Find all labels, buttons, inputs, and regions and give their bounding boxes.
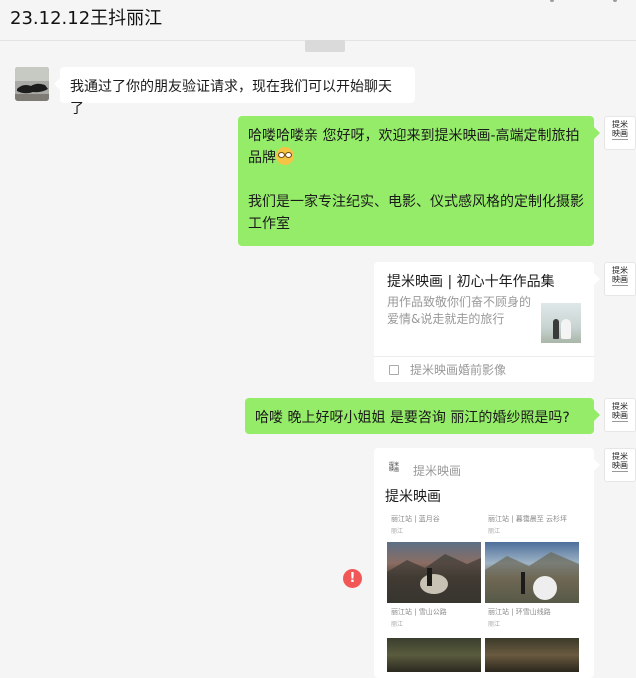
timestamp-pill	[305, 40, 345, 52]
gallery-item-location: 丽江	[391, 528, 404, 535]
gallery-item-location: 丽江	[391, 621, 404, 628]
link-card-source: 提米映画婚前影像	[410, 363, 507, 377]
message-bubble-incoming[interactable]: 我通过了你的朋友验证请求，现在我们可以开始聊天了	[60, 67, 415, 117]
gallery-item-location: 丽江	[488, 621, 501, 628]
article-source-name: 提米映画	[413, 464, 462, 478]
article-card[interactable]: 提米 映画 提米映画 提米映画 丽江站 | 蓝月谷 丽江 丽江站 | 暮霭晨至 云…	[374, 448, 594, 678]
link-card-title: 提米映画 | 初心十年作品集	[387, 274, 555, 290]
chat-header: 23.12.12王抖丽江	[0, 0, 636, 41]
gallery-photo[interactable]	[485, 638, 579, 672]
my-avatar[interactable]: 提米 映画	[604, 398, 636, 432]
message-text: 哈喽 晚上好呀小姐姐 是要咨询 丽江的婚纱照是吗?	[255, 410, 570, 426]
message-bubble-outgoing[interactable]: 哈喽哈喽亲 您好呀，欢迎来到提米映画-高端定制旅拍品牌 我们是一家专注纪实、电影…	[238, 116, 594, 246]
message-text: 我通过了你的朋友验证请求，现在我们可以开始聊天了	[70, 79, 392, 117]
article-source-logo: 提米 映画	[388, 462, 399, 473]
gallery-item-caption: 丽江站 | 蓝月谷	[391, 515, 440, 523]
chat-title: 23.12.12王抖丽江	[10, 8, 163, 29]
cat-silhouette-icon	[15, 67, 49, 101]
link-card-description: 用作品致敬你们奋不顾身的爱情&说走就走的旅行	[387, 295, 532, 326]
brand-logo: 提米 映画	[612, 452, 628, 472]
my-avatar[interactable]: 提米 映画	[604, 262, 636, 296]
message-text-line2: 我们是一家专注纪实、电影、仪式感风格的定制化摄影工作室	[248, 194, 584, 232]
flushed-face-emoji-icon	[276, 147, 294, 165]
article-title: 提米映画	[385, 489, 441, 505]
brand-logo: 提米 映画	[612, 266, 628, 286]
brand-logo: 提米 映画	[612, 402, 628, 422]
gallery-item-caption: 丽江站 | 暮霭晨至 云杉坪	[488, 515, 568, 523]
my-avatar[interactable]: 提米 映画	[604, 116, 636, 150]
gallery-item-location: 丽江	[488, 528, 501, 535]
gallery-photo[interactable]	[387, 638, 481, 672]
gallery-photo[interactable]	[387, 542, 481, 603]
my-avatar[interactable]: 提米 映画	[604, 448, 636, 482]
gallery-photo[interactable]	[485, 542, 579, 603]
gallery-item-caption: 丽江站 | 雪山公路	[391, 608, 447, 616]
mini-program-icon	[389, 365, 399, 375]
send-failed-alert-icon[interactable]: !	[343, 569, 362, 588]
link-card-thumbnail	[541, 303, 581, 343]
message-bubble-outgoing[interactable]: 哈喽 晚上好呀小姐姐 是要咨询 丽江的婚纱照是吗?	[245, 398, 594, 434]
header-menu-dot-icon[interactable]	[550, 0, 554, 2]
gallery-item-caption: 丽江站 | 环雪山线路	[488, 608, 551, 616]
brand-logo: 提米 映画	[612, 120, 628, 140]
link-card[interactable]: 提米映画 | 初心十年作品集 用作品致敬你们奋不顾身的爱情&说走就走的旅行 提米…	[374, 262, 594, 382]
contact-avatar[interactable]	[15, 67, 49, 101]
header-more-dot-icon[interactable]	[613, 0, 617, 2]
message-text-line1: 哈喽哈喽亲 您好呀，欢迎来到提米映画-高端定制旅拍品牌	[248, 128, 580, 166]
